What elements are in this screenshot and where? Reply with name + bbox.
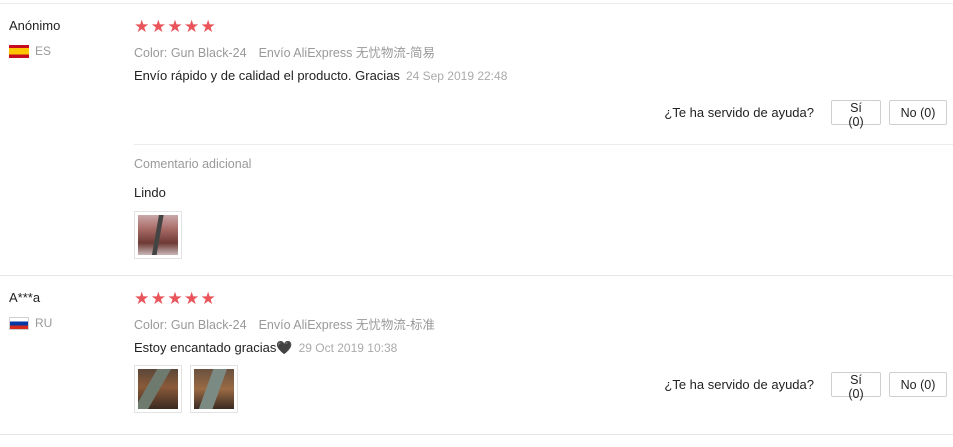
review-item: A***a RU ★ ★ ★ ★ ★ Color: Gun Black-24 En…	[0, 276, 953, 435]
review-photo	[138, 369, 178, 409]
shipping-method: Envío AliExpress 无忧物流-简易	[258, 46, 435, 60]
reviewer-name: A***a	[9, 290, 41, 305]
star-icon: ★	[150, 17, 167, 36]
order-info: Color: Gun Black-24 Envío AliExpress 无忧物流…	[134, 42, 435, 61]
star-icon: ★	[167, 289, 183, 308]
review-date: 29 Oct 2019 10:38	[298, 341, 398, 355]
order-info: Color: Gun Black-24 Envío AliExpress 无忧物流…	[134, 314, 435, 333]
star-icon: ★	[150, 289, 167, 308]
star-icon: ★	[183, 289, 200, 308]
helpful-question: ¿Te ha servido de ayuda?	[664, 105, 814, 120]
star-icon: ★	[183, 17, 200, 36]
review-item: Anónimo ES ★ ★ ★ ★ ★ Color: Gun Black-24…	[0, 4, 953, 276]
additional-comment-label: Comentario adicional	[134, 157, 252, 171]
star-icon: ★	[200, 289, 216, 308]
review-text: Estoy encantado gracias🖤	[134, 340, 293, 355]
star-rating: ★ ★ ★ ★ ★	[134, 290, 216, 307]
review-photo-thumbnail[interactable]	[190, 365, 238, 413]
helpful-no-button[interactable]: No (0)	[889, 100, 947, 125]
feedback-list: Anónimo ES ★ ★ ★ ★ ★ Color: Gun Black-24…	[0, 0, 953, 447]
star-icon: ★	[134, 289, 150, 308]
review-text-row: Estoy encantado gracias🖤 29 Oct 2019 10:3…	[134, 340, 397, 356]
helpful-vote: ¿Te ha servido de ayuda? Sí (0) No (0)	[664, 100, 947, 129]
review-date: 24 Sep 2019 22:48	[405, 69, 508, 83]
reviewer-name: Anónimo	[9, 18, 61, 33]
helpful-no-button[interactable]: No (0)	[889, 372, 947, 397]
review-text: Envío rápido y de calidad el producto. G…	[134, 68, 400, 83]
helpful-yes-button[interactable]: Sí (0)	[831, 100, 881, 129]
shipping-method: Envío AliExpress 无忧物流-标准	[258, 318, 435, 332]
star-icon: ★	[200, 17, 216, 36]
helpful-question: ¿Te ha servido de ayuda?	[664, 377, 814, 392]
star-rating: ★ ★ ★ ★ ★	[134, 18, 216, 35]
spain-flag-icon	[9, 44, 29, 58]
review-text-row: Envío rápido y de calidad el producto. G…	[134, 68, 507, 83]
country-code: RU	[35, 316, 53, 330]
review-photo-thumbnail[interactable]	[134, 211, 182, 259]
star-icon: ★	[167, 17, 183, 36]
star-icon: ★	[134, 17, 150, 36]
helpful-vote: ¿Te ha servido de ayuda? Sí (0) No (0)	[664, 372, 947, 401]
country-code: ES	[35, 44, 52, 58]
review-photo	[138, 215, 178, 255]
reviewer-country: RU	[9, 316, 52, 330]
reviewer-country: ES	[9, 44, 51, 58]
helpful-yes-button[interactable]: Sí (0)	[831, 372, 881, 401]
review-photo-thumbnail[interactable]	[134, 365, 182, 413]
review-photo	[194, 369, 234, 409]
divider	[134, 144, 953, 145]
color-option: Color: Gun Black-24	[134, 46, 247, 60]
color-option: Color: Gun Black-24	[134, 318, 247, 332]
additional-comment-text: Lindo	[134, 185, 166, 200]
russia-flag-icon	[9, 316, 29, 330]
